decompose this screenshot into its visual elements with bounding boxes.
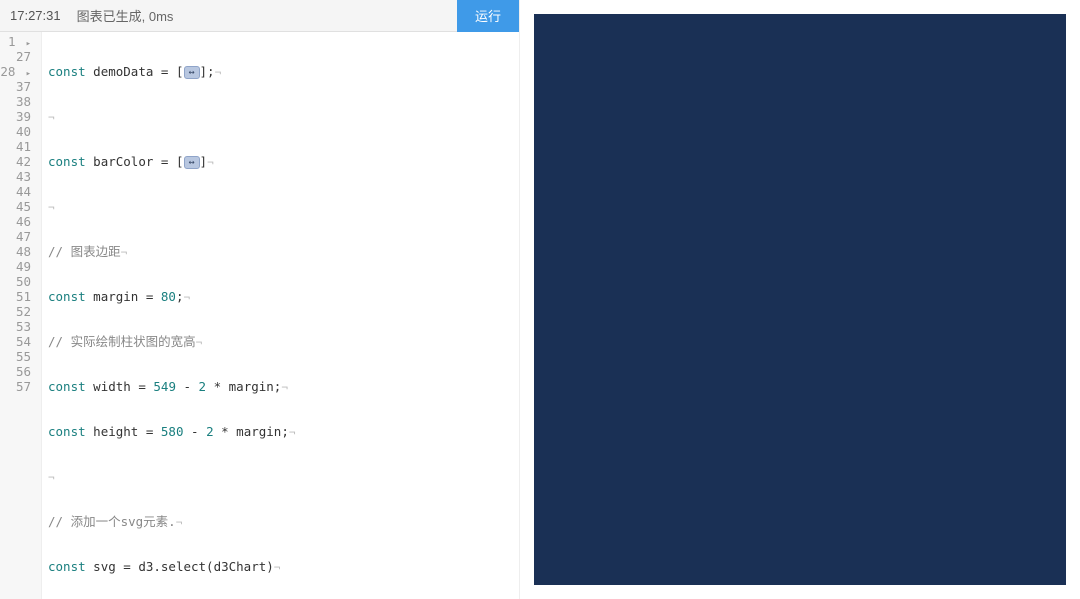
line-number: 1 ▸ [0, 34, 35, 49]
line-number: 46 [0, 214, 35, 229]
line-number: 28 ▸ [0, 64, 35, 79]
fold-marker-icon[interactable]: ↔ [184, 156, 200, 169]
code-editor[interactable]: 1 ▸ 27 28 ▸ 37 38 39 40 41 42 43 44 45 4… [0, 32, 519, 599]
output-panel [520, 0, 1080, 599]
line-number: 37 [0, 79, 35, 94]
code-line: ¬ [48, 199, 519, 214]
code-line: const width = 549 - 2 * margin;¬ [48, 379, 519, 394]
line-number: 51 [0, 289, 35, 304]
line-number: 48 [0, 244, 35, 259]
code-line: const margin = 80;¬ [48, 289, 519, 304]
line-number: 55 [0, 349, 35, 364]
fold-marker-icon[interactable]: ↔ [184, 66, 200, 79]
chart-output [534, 14, 1066, 585]
code-line: const demoData = [↔];¬ [48, 64, 519, 79]
toolbar-status: 图表已生成, 0ms [71, 6, 457, 25]
code-line: const svg = d3.select(d3Chart)¬ [48, 559, 519, 574]
run-button[interactable]: 运行 [457, 0, 519, 32]
editor-gutter: 1 ▸ 27 28 ▸ 37 38 39 40 41 42 43 44 45 4… [0, 32, 42, 599]
line-number: 39 [0, 109, 35, 124]
editor-panel: 17:27:31 图表已生成, 0ms 运行 1 ▸ 27 28 ▸ 37 38… [0, 0, 520, 599]
line-number: 52 [0, 304, 35, 319]
line-number: 54 [0, 334, 35, 349]
code-line: // 图表边距¬ [48, 244, 519, 259]
line-number: 56 [0, 364, 35, 379]
line-number: 44 [0, 184, 35, 199]
toolbar: 17:27:31 图表已生成, 0ms 运行 [0, 0, 519, 32]
code-line: const barColor = [↔]¬ [48, 154, 519, 169]
line-number: 57 [0, 379, 35, 394]
line-number: 47 [0, 229, 35, 244]
line-number: 42 [0, 154, 35, 169]
line-number: 45 [0, 199, 35, 214]
line-number: 43 [0, 169, 35, 184]
line-number: 49 [0, 259, 35, 274]
toolbar-time: 17:27:31 [0, 8, 71, 23]
code-line: ¬ [48, 109, 519, 124]
line-number: 41 [0, 139, 35, 154]
code-line: // 添加一个svg元素.¬ [48, 514, 519, 529]
code-line: ¬ [48, 469, 519, 484]
line-number: 40 [0, 124, 35, 139]
code-line: // 实际绘制柱状图的宽高¬ [48, 334, 519, 349]
line-number: 50 [0, 274, 35, 289]
line-number: 27 [0, 49, 35, 64]
line-number: 53 [0, 319, 35, 334]
code-area[interactable]: const demoData = [↔];¬ ¬ const barColor … [42, 32, 519, 599]
line-number: 38 [0, 94, 35, 109]
code-line: const height = 580 - 2 * margin;¬ [48, 424, 519, 439]
